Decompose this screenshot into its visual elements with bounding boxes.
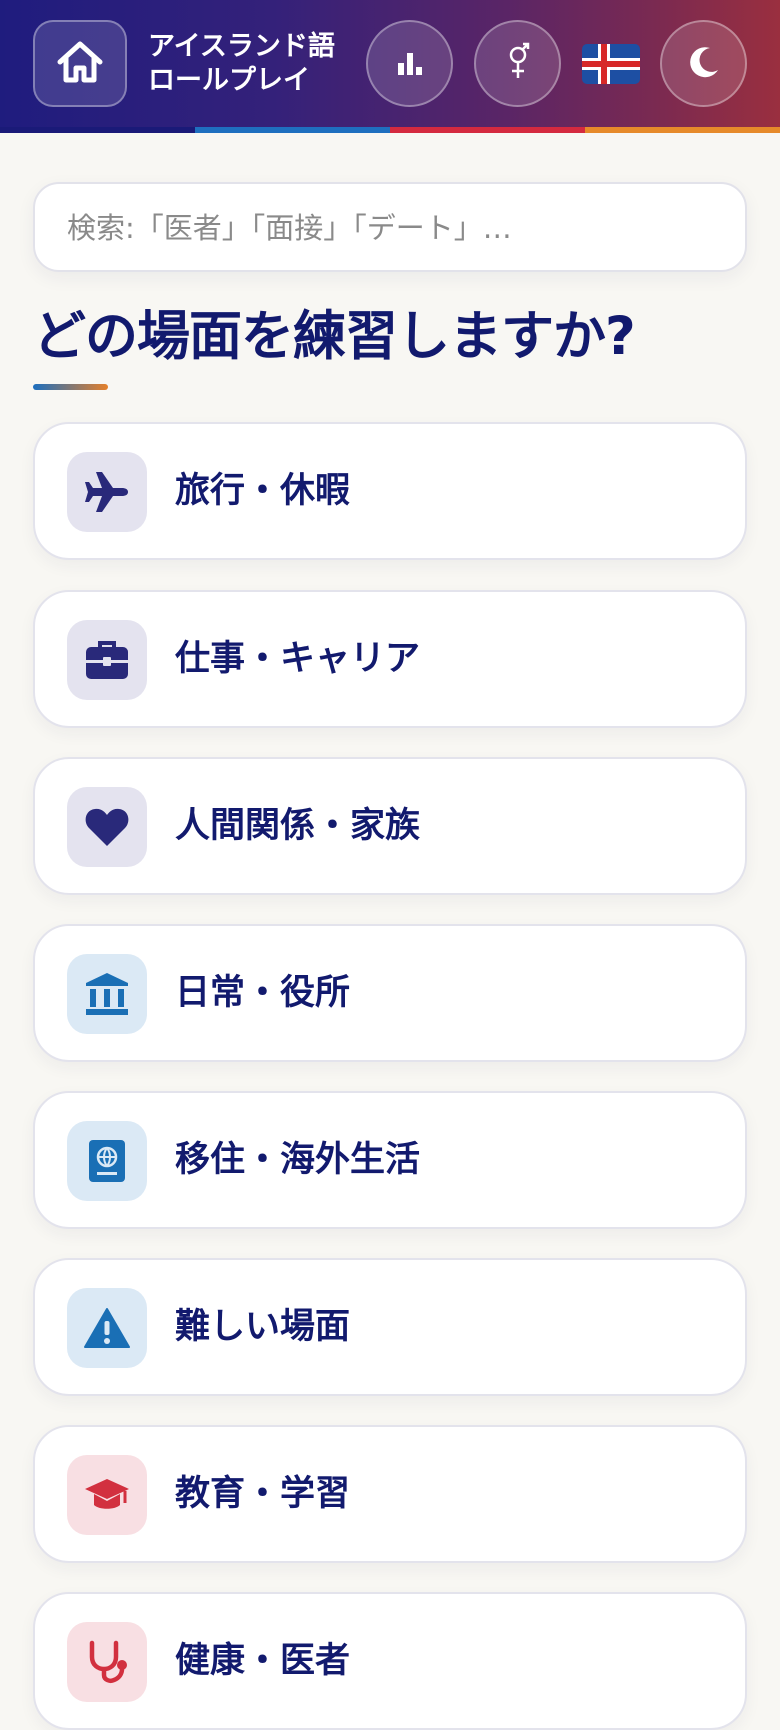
- building-icon: [67, 954, 147, 1034]
- gender-button[interactable]: [474, 20, 561, 107]
- category-card-daily-life[interactable]: 日常・役所: [33, 924, 747, 1062]
- bar-chart-icon: [395, 49, 425, 79]
- category-label: 旅行・休暇: [175, 471, 351, 511]
- stethoscope-icon: [67, 1622, 147, 1702]
- header-color-stripe: [0, 127, 780, 133]
- category-card-health[interactable]: 健康・医者: [33, 1592, 747, 1730]
- search-input[interactable]: [65, 184, 719, 272]
- category-label: 教育・学習: [175, 1474, 351, 1514]
- passport-icon: [67, 1121, 147, 1201]
- theme-toggle-button[interactable]: [660, 20, 747, 107]
- stripe-segment: [0, 127, 195, 133]
- title-underline: [33, 384, 108, 390]
- gender-icon: [503, 42, 533, 86]
- warning-icon: [67, 1288, 147, 1368]
- category-label: 仕事・キャリア: [175, 639, 421, 679]
- home-button[interactable]: [33, 20, 127, 107]
- category-card-work[interactable]: 仕事・キャリア: [33, 590, 747, 728]
- moon-icon: [686, 44, 722, 84]
- page-title: どの場面を練習しますか?: [33, 306, 636, 367]
- category-label: 人間関係・家族: [175, 806, 421, 846]
- heart-icon: [67, 787, 147, 867]
- search-box: [33, 182, 747, 272]
- category-label: 日常・役所: [175, 973, 351, 1013]
- stripe-segment: [585, 127, 780, 133]
- app-title: アイスランド語 ロールプレイ: [148, 31, 335, 96]
- category-card-travel[interactable]: 旅行・休暇: [33, 422, 747, 560]
- category-label: 移住・海外生活: [175, 1140, 421, 1180]
- briefcase-icon: [67, 620, 147, 700]
- iceland-flag-icon[interactable]: [582, 44, 640, 84]
- airplane-icon: [67, 452, 147, 532]
- graduation-cap-icon: [67, 1455, 147, 1535]
- stats-button[interactable]: [366, 20, 453, 107]
- category-label: 健康・医者: [175, 1641, 351, 1681]
- category-card-education[interactable]: 教育・学習: [33, 1425, 747, 1563]
- category-card-relationships[interactable]: 人間関係・家族: [33, 757, 747, 895]
- stripe-segment: [390, 127, 585, 133]
- home-icon: [54, 38, 106, 90]
- category-card-moving-abroad[interactable]: 移住・海外生活: [33, 1091, 747, 1229]
- stripe-segment: [195, 127, 390, 133]
- app-header: アイスランド語 ロールプレイ: [0, 0, 780, 127]
- category-label: 難しい場面: [175, 1307, 351, 1347]
- category-card-difficult-situations[interactable]: 難しい場面: [33, 1258, 747, 1396]
